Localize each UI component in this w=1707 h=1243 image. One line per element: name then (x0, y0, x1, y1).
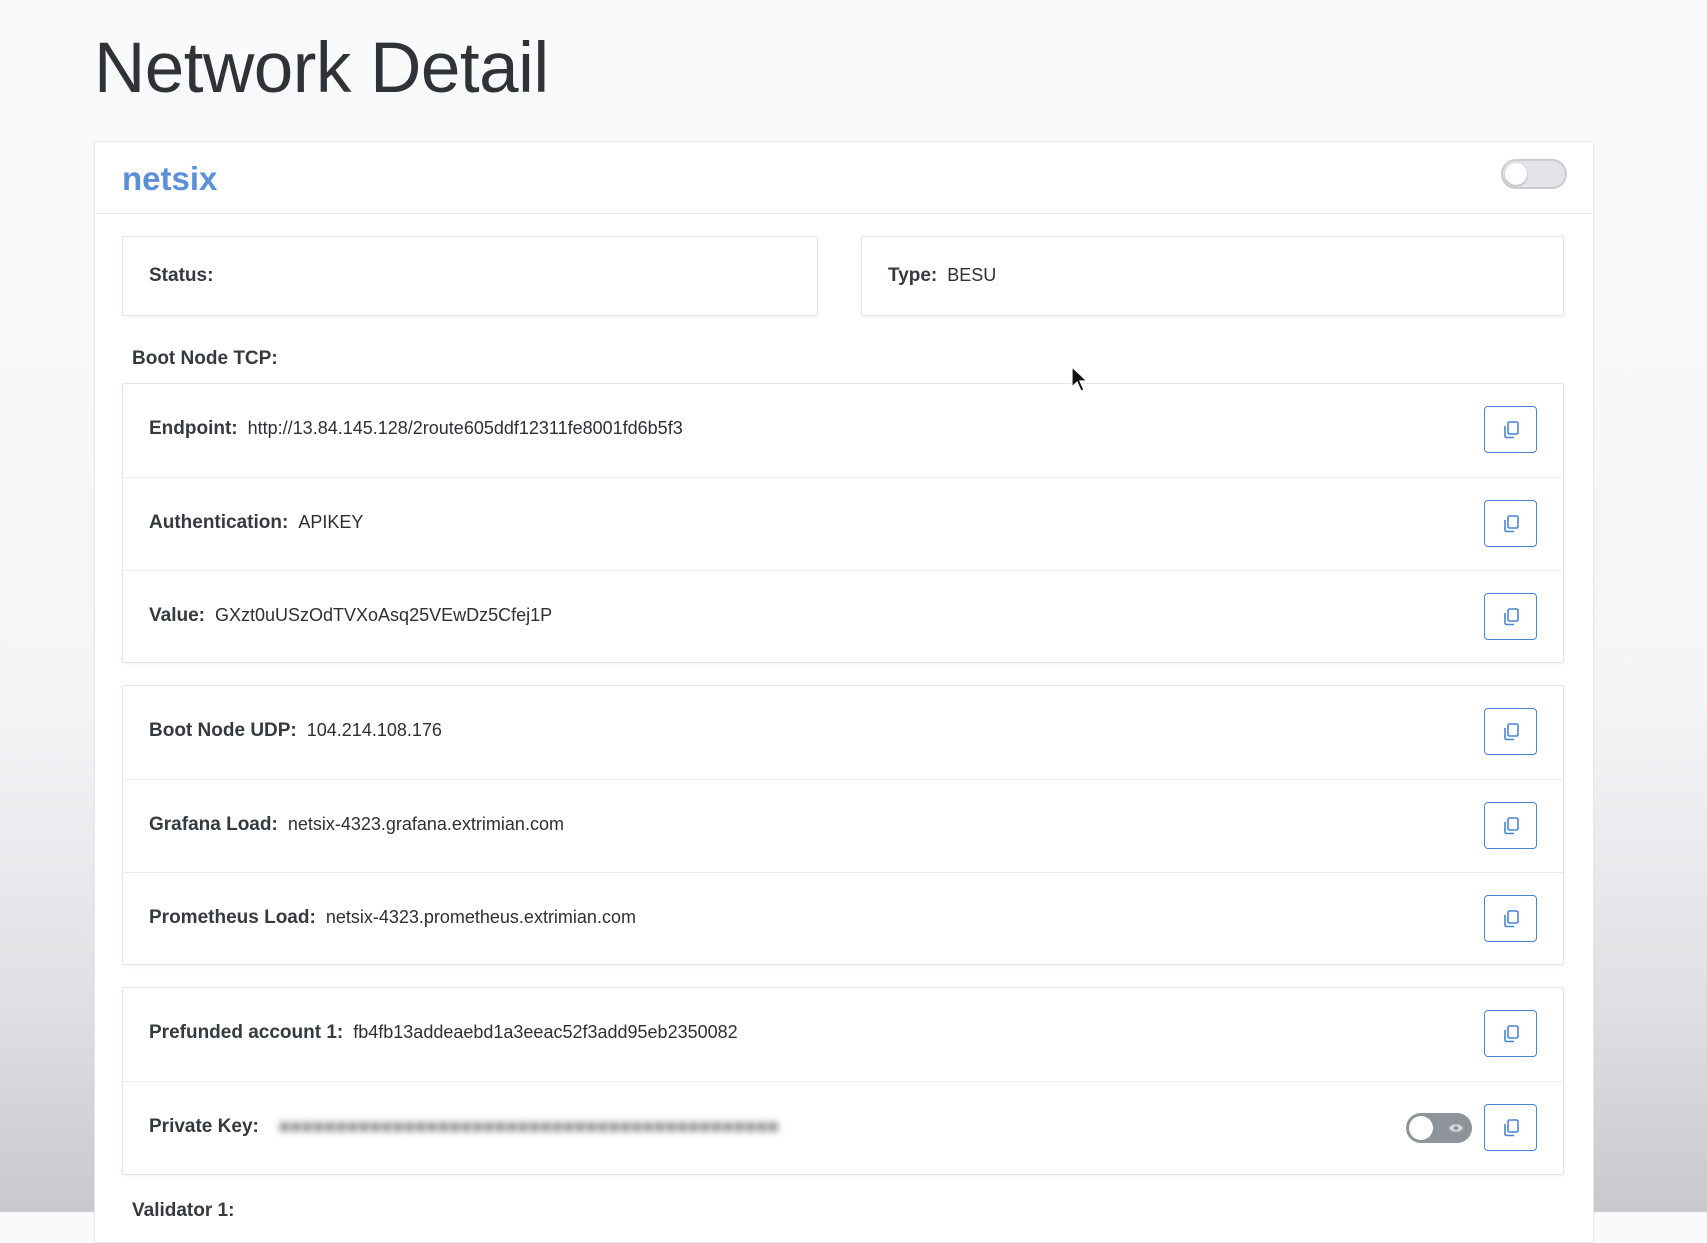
copy-icon (1503, 909, 1519, 927)
copy-icon (1503, 1024, 1519, 1042)
prefunded-account-row: Prefunded account 1: fb4fb13addeaebd1a3ee… (123, 988, 1563, 1080)
authentication-label: Authentication: (149, 512, 289, 533)
copy-icon (1503, 816, 1519, 834)
private-key-row: Private Key: ●●●●●●●●●●●●●●●●●●●●●●●●●●●●… (123, 1081, 1563, 1174)
private-key-label: Private Key: (149, 1116, 259, 1137)
validator-label: Validator 1: (132, 1200, 235, 1221)
grafana-load-label: Grafana Load: (149, 814, 278, 835)
eye-icon (1449, 1124, 1463, 1132)
boot-node-udp-label: Boot Node UDP: (149, 720, 297, 741)
endpoint-row: Endpoint: http://13.84.145.128/2route605d… (123, 384, 1563, 476)
copy-icon (1503, 1118, 1519, 1136)
boot-node-udp-value: 104.214.108.176 (306, 720, 442, 740)
accounts-group: Prefunded account 1: fb4fb13addeaebd1a3ee… (122, 987, 1564, 1175)
copy-authentication-button[interactable] (1484, 500, 1537, 547)
prometheus-load-value: netsix-4323.prometheus.extrimian.com (325, 907, 636, 927)
boot-node-udp-row: Boot Node UDP: 104.214.108.176 (123, 686, 1563, 778)
prometheus-load-label: Prometheus Load: (149, 907, 316, 928)
card-header: netsix (95, 142, 1593, 214)
value-row: Value: GXzt0uUSzOdTVXoAsq25VEwDz5Cfej1P (123, 570, 1563, 663)
private-key-mask: ●●●●●●●●●●●●●●●●●●●●●●●●●●●●●●●●●●●●●●●●… (278, 1116, 780, 1136)
network-card: netsix Status: Type: BESU Boot Node TCP: … (94, 141, 1594, 1243)
show-private-key-toggle[interactable] (1406, 1113, 1472, 1143)
prefunded-account-value: fb4fb13addeaebd1a3eeac52f3add95eb2350082 (353, 1022, 738, 1042)
status-box: Status: (122, 236, 818, 316)
boot-node-tcp-group: Endpoint: http://13.84.145.128/2route605d… (122, 383, 1564, 663)
endpoint-label: Endpoint: (149, 418, 238, 439)
toggle-knob (1409, 1116, 1433, 1140)
copy-private-key-button[interactable] (1484, 1104, 1537, 1151)
copy-prefunded-account-button[interactable] (1484, 1010, 1537, 1057)
mouse-cursor (1071, 366, 1089, 392)
network-toggle[interactable] (1501, 159, 1567, 189)
endpoint-value: http://13.84.145.128/2route605ddf12311fe… (247, 418, 683, 438)
copy-icon (1503, 722, 1519, 740)
authentication-value: APIKEY (298, 512, 364, 532)
page-title: Network Detail (94, 29, 549, 108)
copy-icon (1503, 514, 1519, 532)
prometheus-load-row: Prometheus Load: netsix-4323.prometheus.e… (123, 872, 1563, 965)
copy-prometheus-load-button[interactable] (1484, 895, 1537, 942)
copy-grafana-load-button[interactable] (1484, 802, 1537, 849)
type-value: BESU (947, 265, 997, 285)
copy-value-button[interactable] (1484, 593, 1537, 640)
copy-endpoint-button[interactable] (1484, 406, 1537, 453)
authentication-row: Authentication: APIKEY (123, 477, 1563, 570)
value-label: Value: (149, 605, 205, 626)
prefunded-account-label: Prefunded account 1: (149, 1022, 344, 1043)
type-box: Type: BESU (861, 236, 1564, 316)
copy-icon (1503, 607, 1519, 625)
network-name: netsix (122, 160, 218, 197)
grafana-load-value: netsix-4323.grafana.extrimian.com (287, 814, 564, 834)
boot-node-tcp-label: Boot Node TCP: (132, 348, 278, 369)
node-info-group: Boot Node UDP: 104.214.108.176 Grafana Lo… (122, 685, 1564, 965)
value-value: GXzt0uUSzOdTVXoAsq25VEwDz5Cfej1P (214, 605, 553, 625)
type-label: Type: (888, 265, 938, 286)
copy-boot-node-udp-button[interactable] (1484, 708, 1537, 755)
copy-icon (1503, 420, 1519, 438)
toggle-knob (1505, 163, 1527, 185)
status-label: Status: (149, 265, 214, 286)
grafana-load-row: Grafana Load: netsix-4323.grafana.extrimi… (123, 779, 1563, 872)
